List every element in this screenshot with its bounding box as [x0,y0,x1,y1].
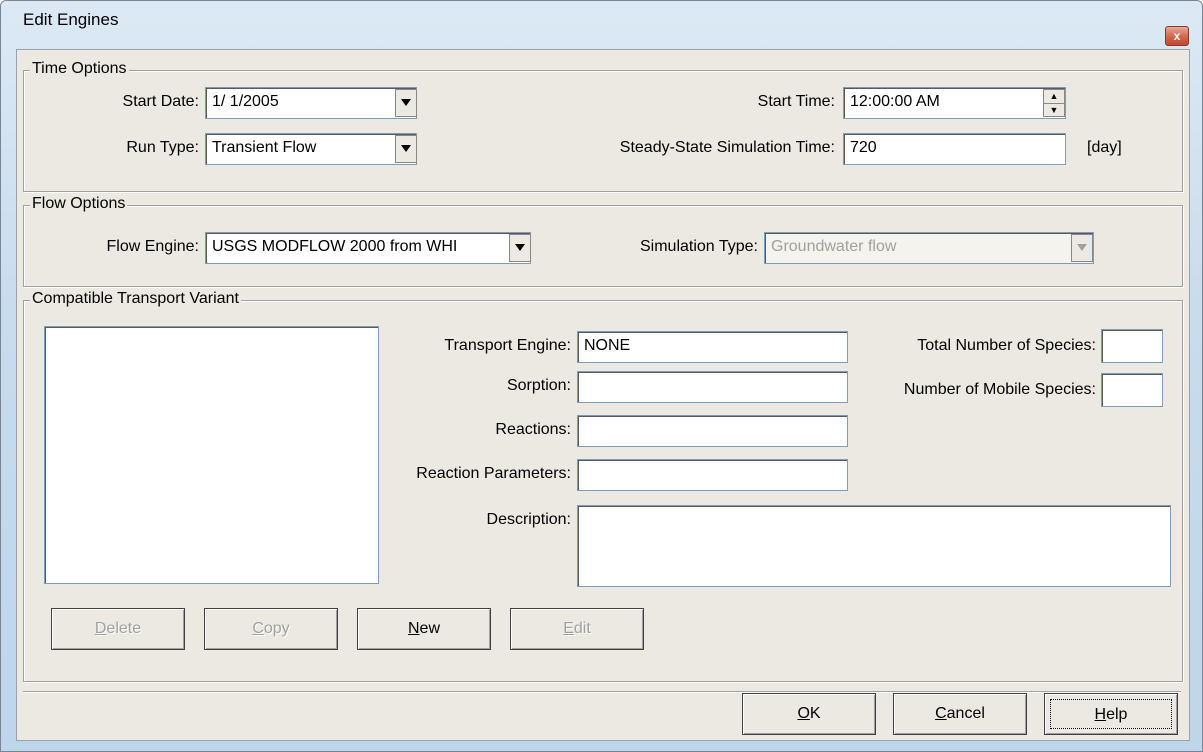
steady-state-time-value: 720 [850,139,877,156]
time-options-title: Time Options [30,60,129,78]
focus-rectangle: Help [1050,699,1172,729]
sorption-input[interactable] [577,371,848,403]
transport-variant-group: Compatible Transport Variant Transport E… [23,290,1183,682]
chevron-down-icon [401,99,411,106]
start-time-spinner[interactable]: ▲ ▼ [1043,89,1065,117]
flow-engine-label: Flow Engine: [106,238,200,255]
cancel-button[interactable]: Cancel [893,693,1027,735]
spin-up-icon[interactable]: ▲ [1044,90,1064,103]
simulation-type-select[interactable]: Groundwater flow [764,232,1094,264]
flow-engine-value: USGS MODFLOW 2000 from WHI [212,238,458,255]
spin-down-icon[interactable]: ▼ [1044,103,1064,116]
run-type-label: Run Type: [126,139,199,156]
chevron-down-icon [1077,244,1087,251]
window-title: Edit Engines [23,10,119,29]
close-icon: x [1173,29,1181,43]
run-type-select[interactable]: Transient Flow [205,133,417,165]
new-button[interactable]: New [357,608,491,650]
mobile-species-input[interactable] [1101,373,1163,407]
start-date-value: 1/ 1/2005 [212,93,279,110]
reaction-parameters-input[interactable] [577,459,848,491]
transport-variant-title: Compatible Transport Variant [30,290,241,308]
dialog-client-area: Time Options Start Date: 1/ 1/2005 Run T… [16,49,1190,741]
edit-button[interactable]: Edit [510,608,644,650]
delete-button[interactable]: Delete [51,608,185,650]
flow-engine-select[interactable]: USGS MODFLOW 2000 from WHI [205,232,531,264]
steady-state-time-input[interactable]: 720 [843,133,1066,165]
run-type-dropdown-button[interactable] [395,135,417,163]
transport-variant-list[interactable] [44,326,379,584]
flow-options-group: Flow Options Flow Engine: USGS MODFLOW 2… [23,195,1183,287]
reaction-parameters-label: Reaction Parameters: [416,465,571,482]
total-species-input[interactable] [1101,329,1163,363]
help-button[interactable]: Help [1044,693,1178,735]
flow-options-title: Flow Options [30,195,128,213]
reactions-input[interactable] [577,415,848,447]
flow-engine-dropdown-button[interactable] [509,234,531,262]
simulation-type-label: Simulation Type: [640,238,758,255]
ok-button[interactable]: OK [742,693,876,735]
transport-engine-label: Transport Engine: [444,337,571,354]
simulation-type-value: Groundwater flow [771,238,897,255]
start-time-label: Start Time: [757,93,835,110]
description-label: Description: [486,511,571,528]
transport-engine-input[interactable]: NONE [577,331,848,363]
total-species-label: Total Number of Species: [917,337,1096,354]
simulation-type-dropdown-button[interactable] [1071,234,1093,262]
transport-engine-value: NONE [584,337,631,354]
copy-button[interactable]: Copy [204,608,338,650]
start-date-dropdown-button[interactable] [395,89,417,117]
start-date-picker[interactable]: 1/ 1/2005 [205,87,417,119]
time-options-group: Time Options Start Date: 1/ 1/2005 Run T… [23,60,1183,192]
run-type-value: Transient Flow [212,139,317,156]
title-bar[interactable]: Edit Engines x [1,1,1202,46]
start-time-value: 12:00:00 AM [850,93,940,110]
close-button[interactable]: x [1165,26,1189,46]
description-textarea[interactable] [577,505,1171,587]
sorption-label: Sorption: [506,377,571,394]
steady-state-unit: [day] [1087,139,1122,156]
edit-engines-window: Edit Engines x Time Options Start Date: … [0,0,1203,752]
steady-state-time-label: Steady-State Simulation Time: [619,139,835,156]
chevron-down-icon [401,145,411,152]
start-time-field[interactable]: 12:00:00 AM [843,87,1066,119]
chevron-down-icon [515,244,525,251]
reactions-label: Reactions: [495,421,571,438]
mobile-species-label: Number of Mobile Species: [903,381,1096,398]
start-date-label: Start Date: [122,93,199,110]
